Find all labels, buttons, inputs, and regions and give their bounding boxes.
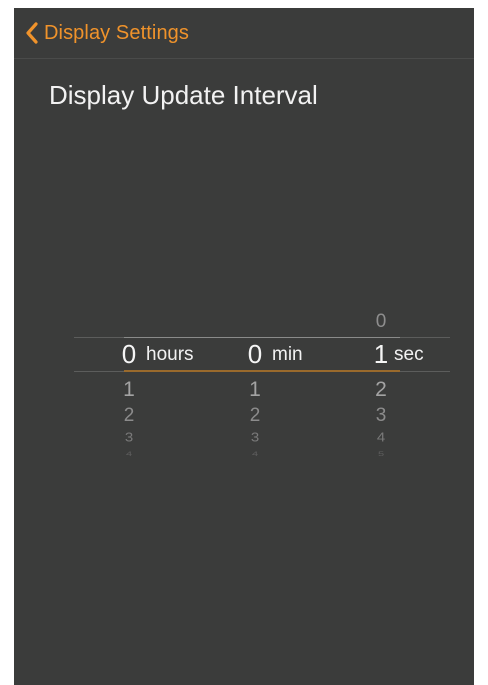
back-button-label: Display Settings [44,21,189,44]
minutes-selected-value[interactable]: 0 [244,341,266,367]
minutes-option[interactable]: 2 [244,406,266,425]
hours-selected-value[interactable]: 0 [118,341,140,367]
seconds-option[interactable]: 0 [370,312,392,331]
back-button[interactable]: Display Settings [24,18,189,48]
hours-option[interactable]: 4 [118,451,140,458]
seconds-option[interactable]: 5 [370,451,392,458]
app-screen: Display Settings Display Update Interval… [14,8,474,685]
navigation-bar: Display Settings [14,8,474,59]
hours-wheel[interactable]: 0 hours 1 2 3 4 [118,308,228,468]
chevron-left-icon [24,21,40,45]
hours-option[interactable]: 1 [118,379,140,400]
seconds-unit-label: sec [394,344,424,365]
interval-picker: 0 hours 1 2 3 4 0 min 1 2 3 4 0 1 sec 2 … [74,308,450,468]
minutes-unit-label: min [272,344,303,365]
seconds-wheel[interactable]: 0 1 sec 2 3 4 5 [370,308,450,468]
minutes-wheel[interactable]: 0 min 1 2 3 4 [244,308,334,468]
seconds-option[interactable]: 2 [370,379,392,400]
seconds-option[interactable]: 4 [370,431,392,444]
minutes-option[interactable]: 1 [244,379,266,400]
minutes-option[interactable]: 3 [244,431,266,444]
seconds-option[interactable]: 3 [370,406,392,425]
hours-option[interactable]: 3 [118,431,140,444]
hours-unit-label: hours [146,344,194,365]
hours-option[interactable]: 2 [118,406,140,425]
page-title: Display Update Interval [49,80,318,110]
seconds-selected-value[interactable]: 1 [370,341,392,367]
minutes-option[interactable]: 4 [244,451,266,458]
